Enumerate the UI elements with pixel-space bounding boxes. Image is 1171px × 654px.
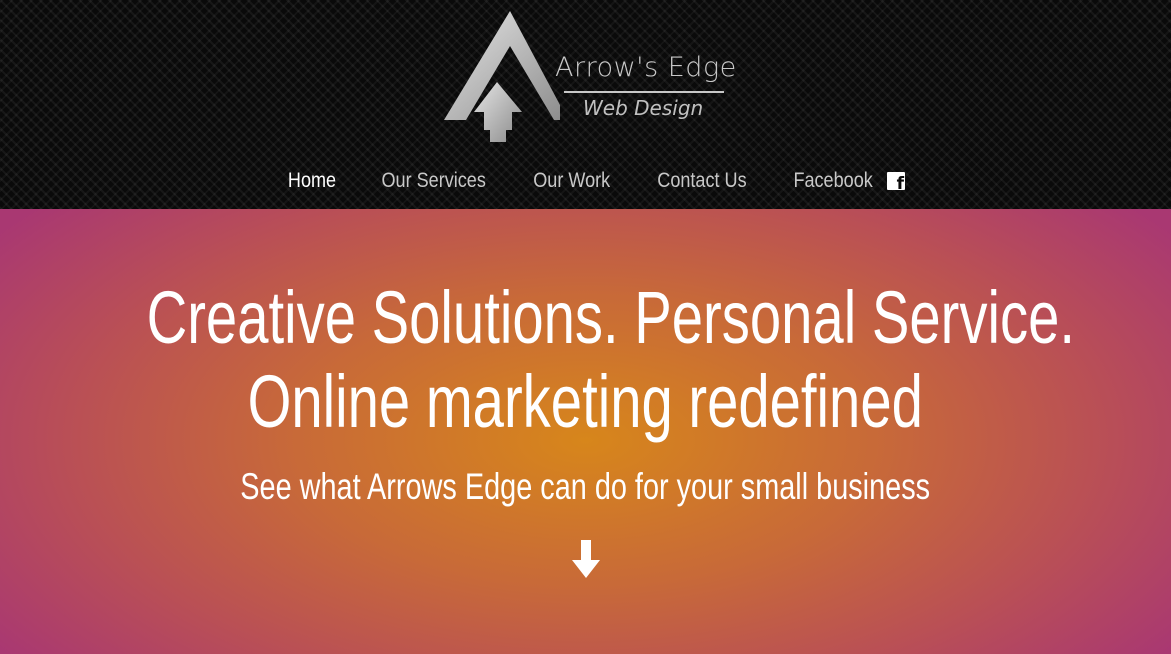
nav-our-services[interactable]: Our Services bbox=[382, 169, 486, 193]
nav-home[interactable]: Home bbox=[288, 169, 336, 193]
arrow-down-icon[interactable] bbox=[572, 540, 600, 578]
facebook-icon[interactable]: f bbox=[886, 172, 905, 190]
hero-headline-line-2-text: Online marketing redefined bbox=[247, 360, 924, 443]
hero-headline-line-1-text: Creative Solutions. Personal Service. bbox=[146, 276, 1075, 359]
hero-headline-line-1: Creative Solutions. Personal Service. bbox=[0, 275, 1171, 360]
brand-logo[interactable]: Arrow's Edge Web Design bbox=[440, 8, 740, 148]
hero-headline-line-2: Online marketing redefined bbox=[0, 359, 1171, 444]
nav-our-work[interactable]: Our Work bbox=[534, 169, 611, 193]
nav-contact-us[interactable]: Contact Us bbox=[657, 169, 746, 193]
main-nav: Home Our Services Our Work Contact Us Fa… bbox=[0, 164, 1171, 198]
brand-tagline: Web Design bbox=[583, 96, 704, 120]
brand-divider bbox=[564, 91, 724, 93]
hero-subheadline-text: See what Arrows Edge can do for your sma… bbox=[240, 466, 931, 507]
nav-facebook-label[interactable]: Facebook bbox=[793, 169, 872, 193]
nav-facebook[interactable]: Facebook f bbox=[787, 169, 905, 193]
site-header: Arrow's Edge Web Design Home Our Service… bbox=[0, 0, 1171, 209]
brand-name: Arrow's Edge bbox=[555, 52, 737, 83]
hero-subheadline: See what Arrows Edge can do for your sma… bbox=[0, 466, 1171, 508]
hero-section: Creative Solutions. Personal Service. On… bbox=[0, 209, 1171, 654]
arrow-mark-logo-icon bbox=[444, 11, 560, 142]
